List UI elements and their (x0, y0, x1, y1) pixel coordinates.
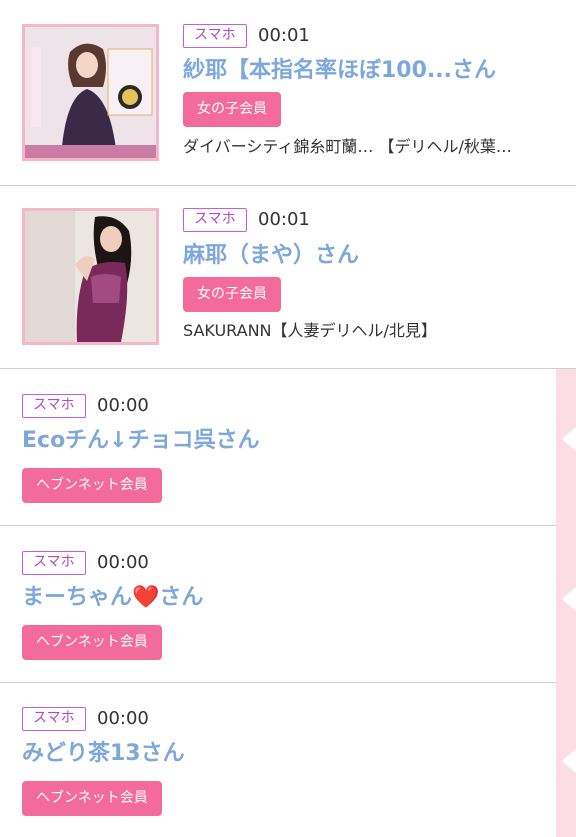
device-badge: スマホ (22, 394, 86, 418)
login-time: 00:00 (97, 552, 149, 573)
device-badge: スマホ (22, 707, 86, 731)
side-decoration-strip (556, 369, 576, 837)
device-badge: スマホ (183, 208, 247, 232)
member-name-link[interactable]: 麻耶（まや）さん (183, 241, 359, 271)
member-name-link[interactable]: Ecoチん↓チョコ呉さん (22, 426, 260, 456)
device-badge: スマホ (183, 24, 247, 48)
list-item[interactable]: スマホ 00:00 まーちゃん❤️さん ヘブンネット会員 (0, 526, 556, 683)
member-type-badge[interactable]: ヘブンネット会員 (22, 781, 162, 816)
device-badge: スマホ (22, 551, 86, 575)
list-item[interactable]: スマホ 00:00 Ecoチん↓チョコ呉さん ヘブンネット会員 (0, 369, 556, 526)
speech-notch-icon (562, 749, 576, 773)
profile-thumbnail[interactable] (22, 208, 159, 345)
login-time: 00:00 (97, 708, 149, 729)
member-type-badge[interactable]: ヘブンネット会員 (22, 468, 162, 503)
profile-thumbnail[interactable] (22, 24, 159, 161)
shop-name-link[interactable]: ダイバーシティ錦糸町蘭… 【デリヘル/秋葉… (183, 136, 512, 158)
list-item[interactable]: スマホ 00:00 みどり茶13さん ヘブンネット会員 (0, 683, 556, 837)
member-type-badge[interactable]: 女の子会員 (183, 92, 281, 127)
login-time: 00:01 (258, 209, 310, 230)
member-name-link[interactable]: 紗耶【本指名率ほぼ100...さん (183, 56, 496, 86)
speech-notch-icon (562, 587, 576, 611)
list-item[interactable]: スマホ 00:01 麻耶（まや）さん 女の子会員 SAKURANN【人妻デリヘル… (0, 186, 576, 369)
list-item[interactable]: スマホ 00:01 紗耶【本指名率ほぼ100...さん 女の子会員 ダイバーシテ… (0, 0, 576, 186)
member-name-link[interactable]: みどり茶13さん (22, 739, 185, 769)
member-type-badge[interactable]: 女の子会員 (183, 277, 281, 312)
login-time: 00:00 (97, 395, 149, 416)
profile-photo-icon (25, 27, 156, 158)
login-time: 00:01 (258, 25, 310, 46)
shop-name-link[interactable]: SAKURANN【人妻デリヘル/北見】 (183, 320, 437, 342)
member-type-badge[interactable]: ヘブンネット会員 (22, 625, 162, 660)
speech-notch-icon (562, 427, 576, 451)
profile-photo-icon (25, 211, 156, 342)
member-name-link[interactable]: まーちゃん❤️さん (22, 583, 203, 613)
